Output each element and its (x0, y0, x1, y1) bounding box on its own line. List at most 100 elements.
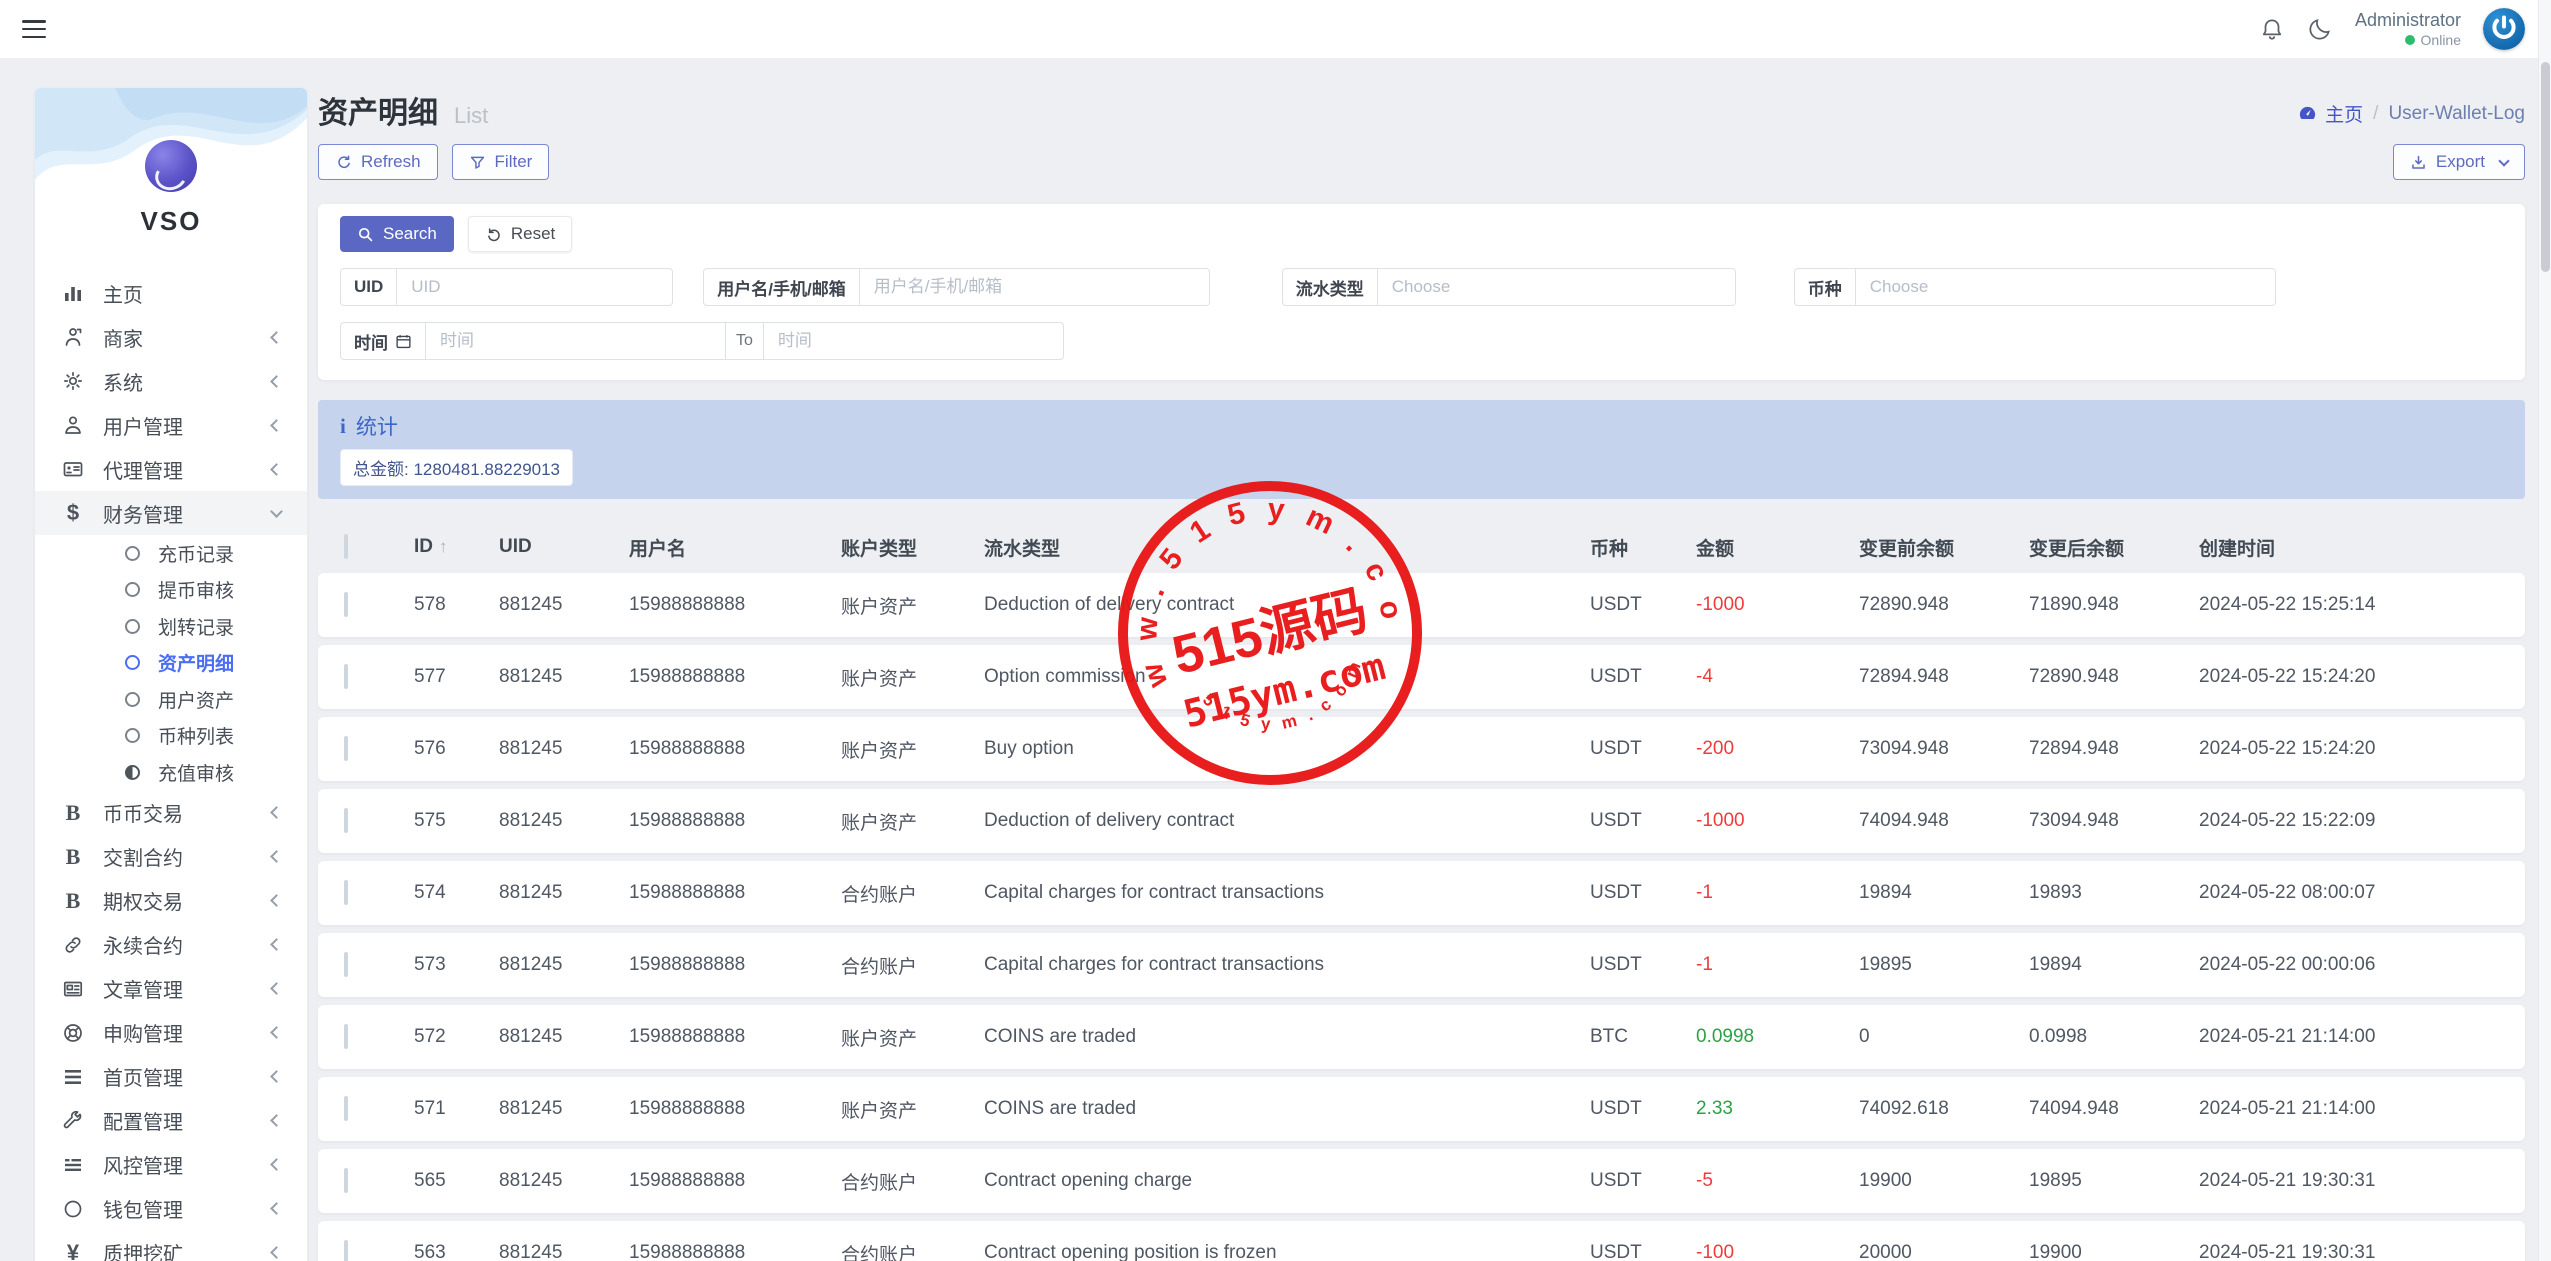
sidebar-item-label: 首页管理 (103, 1062, 272, 1091)
cell-username: 15988888888 (629, 594, 841, 616)
row-checkbox[interactable] (344, 808, 348, 833)
sidebar-subitem-币种列表[interactable]: 币种列表 (35, 718, 307, 755)
sidebar-subitem-充值审核[interactable]: 充值审核 (35, 754, 307, 791)
chevron-left-icon (270, 1026, 283, 1039)
sidebar-item-6[interactable]: $财务管理 (35, 491, 307, 535)
cell-coin: USDT (1590, 738, 1696, 760)
sidebar-item-8[interactable]: B交割合约 (35, 835, 307, 879)
flow-type-select[interactable] (1378, 268, 1736, 306)
sidebar-item-13[interactable]: 首页管理 (35, 1055, 307, 1099)
cell-balance-before: 19900 (1859, 1170, 2029, 1192)
scrollbar-track[interactable] (2538, 0, 2551, 1261)
sidebar-subitem-资产明细[interactable]: 资产明细 (35, 645, 307, 682)
row-checkbox-cell (344, 954, 414, 976)
list-icon (61, 1153, 85, 1177)
column-created-at: 创建时间 (2199, 534, 2499, 561)
column-id[interactable]: ID↑ (414, 536, 499, 558)
export-button[interactable]: Export (2393, 144, 2525, 180)
coin-select[interactable] (1856, 268, 2276, 306)
id-card-icon (61, 457, 85, 481)
sidebar-item-10[interactable]: 永续合约 (35, 923, 307, 967)
time-to-input[interactable] (764, 322, 1064, 360)
row-checkbox[interactable] (344, 1024, 348, 1049)
row-checkbox[interactable] (344, 1096, 348, 1121)
sidebar-item-12[interactable]: 申购管理 (35, 1011, 307, 1055)
sidebar-subitem-label: 充币记录 (158, 540, 234, 567)
sidebar-item-17[interactable]: ¥质押挖矿 (35, 1231, 307, 1261)
uid-input[interactable] (397, 268, 673, 306)
sidebar-item-1[interactable]: 主页 (35, 271, 307, 315)
sidebar-subitem-划转记录[interactable]: 划转记录 (35, 608, 307, 645)
row-checkbox[interactable] (344, 664, 348, 689)
row-checkbox[interactable] (344, 1240, 348, 1261)
row-checkbox[interactable] (344, 1168, 348, 1193)
filter-button[interactable]: Filter (452, 144, 550, 180)
hamburger-menu-icon[interactable] (22, 20, 46, 38)
cell-balance-before: 72890.948 (1859, 594, 2029, 616)
cell-coin: USDT (1590, 1242, 1696, 1261)
search-button[interactable]: Search (340, 216, 454, 252)
main-content: 资产明细 List 主页 / User-Wallet-Log Refresh F… (318, 84, 2525, 1261)
uid-label: UID (340, 268, 397, 306)
dark-mode-moon-icon[interactable] (2307, 16, 2333, 42)
reset-button[interactable]: Reset (468, 216, 572, 252)
total-amount-pill: 总金额: 1280481.88229013 (340, 449, 573, 486)
chevron-left-icon (270, 419, 283, 432)
sidebar-item-5[interactable]: 代理管理 (35, 447, 307, 491)
cell-uid: 881245 (499, 1170, 629, 1192)
wrench-icon (61, 1109, 85, 1133)
row-checkbox[interactable] (344, 592, 348, 617)
cell-id: 563 (414, 1242, 499, 1261)
avatar[interactable] (2483, 8, 2525, 50)
cell-created-at: 2024-05-21 19:30:31 (2199, 1170, 2499, 1192)
breadcrumb-home-link[interactable]: 主页 (2298, 100, 2363, 127)
row-checkbox-cell (344, 1098, 414, 1120)
cell-balance-before: 20000 (1859, 1242, 2029, 1261)
bell-icon[interactable] (2259, 16, 2285, 42)
username-input[interactable] (860, 268, 1210, 306)
cell-flow-type: Capital charges for contract transaction… (984, 954, 1590, 976)
cell-amount: -1000 (1696, 594, 1859, 616)
cell-id: 578 (414, 594, 499, 616)
sidebar-item-9[interactable]: B期权交易 (35, 879, 307, 923)
sidebar-item-16[interactable]: 钱包管理 (35, 1187, 307, 1231)
sidebar-item-label: 期权交易 (103, 886, 272, 915)
cell-created-at: 2024-05-22 00:00:06 (2199, 954, 2499, 976)
refresh-button[interactable]: Refresh (318, 144, 438, 180)
column-flow-type: 流水类型 (984, 534, 1590, 561)
cell-flow-type: Buy option (984, 738, 1590, 760)
cell-balance-before: 74092.618 (1859, 1098, 2029, 1120)
sidebar-item-7[interactable]: B币币交易 (35, 791, 307, 835)
time-from-input[interactable] (426, 322, 726, 360)
scrollbar-thumb[interactable] (2541, 62, 2550, 272)
select-all-checkbox[interactable] (344, 534, 348, 559)
sidebar-item-11[interactable]: 文章管理 (35, 967, 307, 1011)
sidebar-item-3[interactable]: 系统 (35, 359, 307, 403)
chevron-left-icon (270, 1070, 283, 1083)
circle-o-icon (125, 619, 140, 634)
row-checkbox[interactable] (344, 736, 348, 761)
sidebar-subitem-用户资产[interactable]: 用户资产 (35, 681, 307, 718)
cell-coin: USDT (1590, 1098, 1696, 1120)
yen-icon: ¥ (61, 1241, 85, 1261)
sidebar-subitem-充币记录[interactable]: 充币记录 (35, 535, 307, 572)
cell-coin: USDT (1590, 810, 1696, 832)
sidebar-item-2[interactable]: 商家 (35, 315, 307, 359)
cell-uid: 881245 (499, 810, 629, 832)
cell-username: 15988888888 (629, 882, 841, 904)
circle-o-icon (125, 582, 140, 597)
sidebar-item-label: 文章管理 (103, 974, 272, 1003)
row-checkbox[interactable] (344, 952, 348, 977)
cell-balance-after: 19895 (2029, 1170, 2199, 1192)
chevron-left-icon (270, 463, 283, 476)
sidebar-item-14[interactable]: 配置管理 (35, 1099, 307, 1143)
sidebar-item-4[interactable]: 用户管理 (35, 403, 307, 447)
sort-ascending-icon: ↑ (439, 537, 448, 556)
sidebar-subitem-提币审核[interactable]: 提币审核 (35, 572, 307, 609)
sidebar-item-15[interactable]: 风控管理 (35, 1143, 307, 1187)
table-row: 56588124515988888888合约账户Contract opening… (318, 1149, 2525, 1213)
row-checkbox[interactable] (344, 880, 348, 905)
cell-balance-after: 19900 (2029, 1242, 2199, 1261)
sidebar-item-label: 申购管理 (103, 1018, 272, 1047)
cell-amount: -1 (1696, 954, 1859, 976)
